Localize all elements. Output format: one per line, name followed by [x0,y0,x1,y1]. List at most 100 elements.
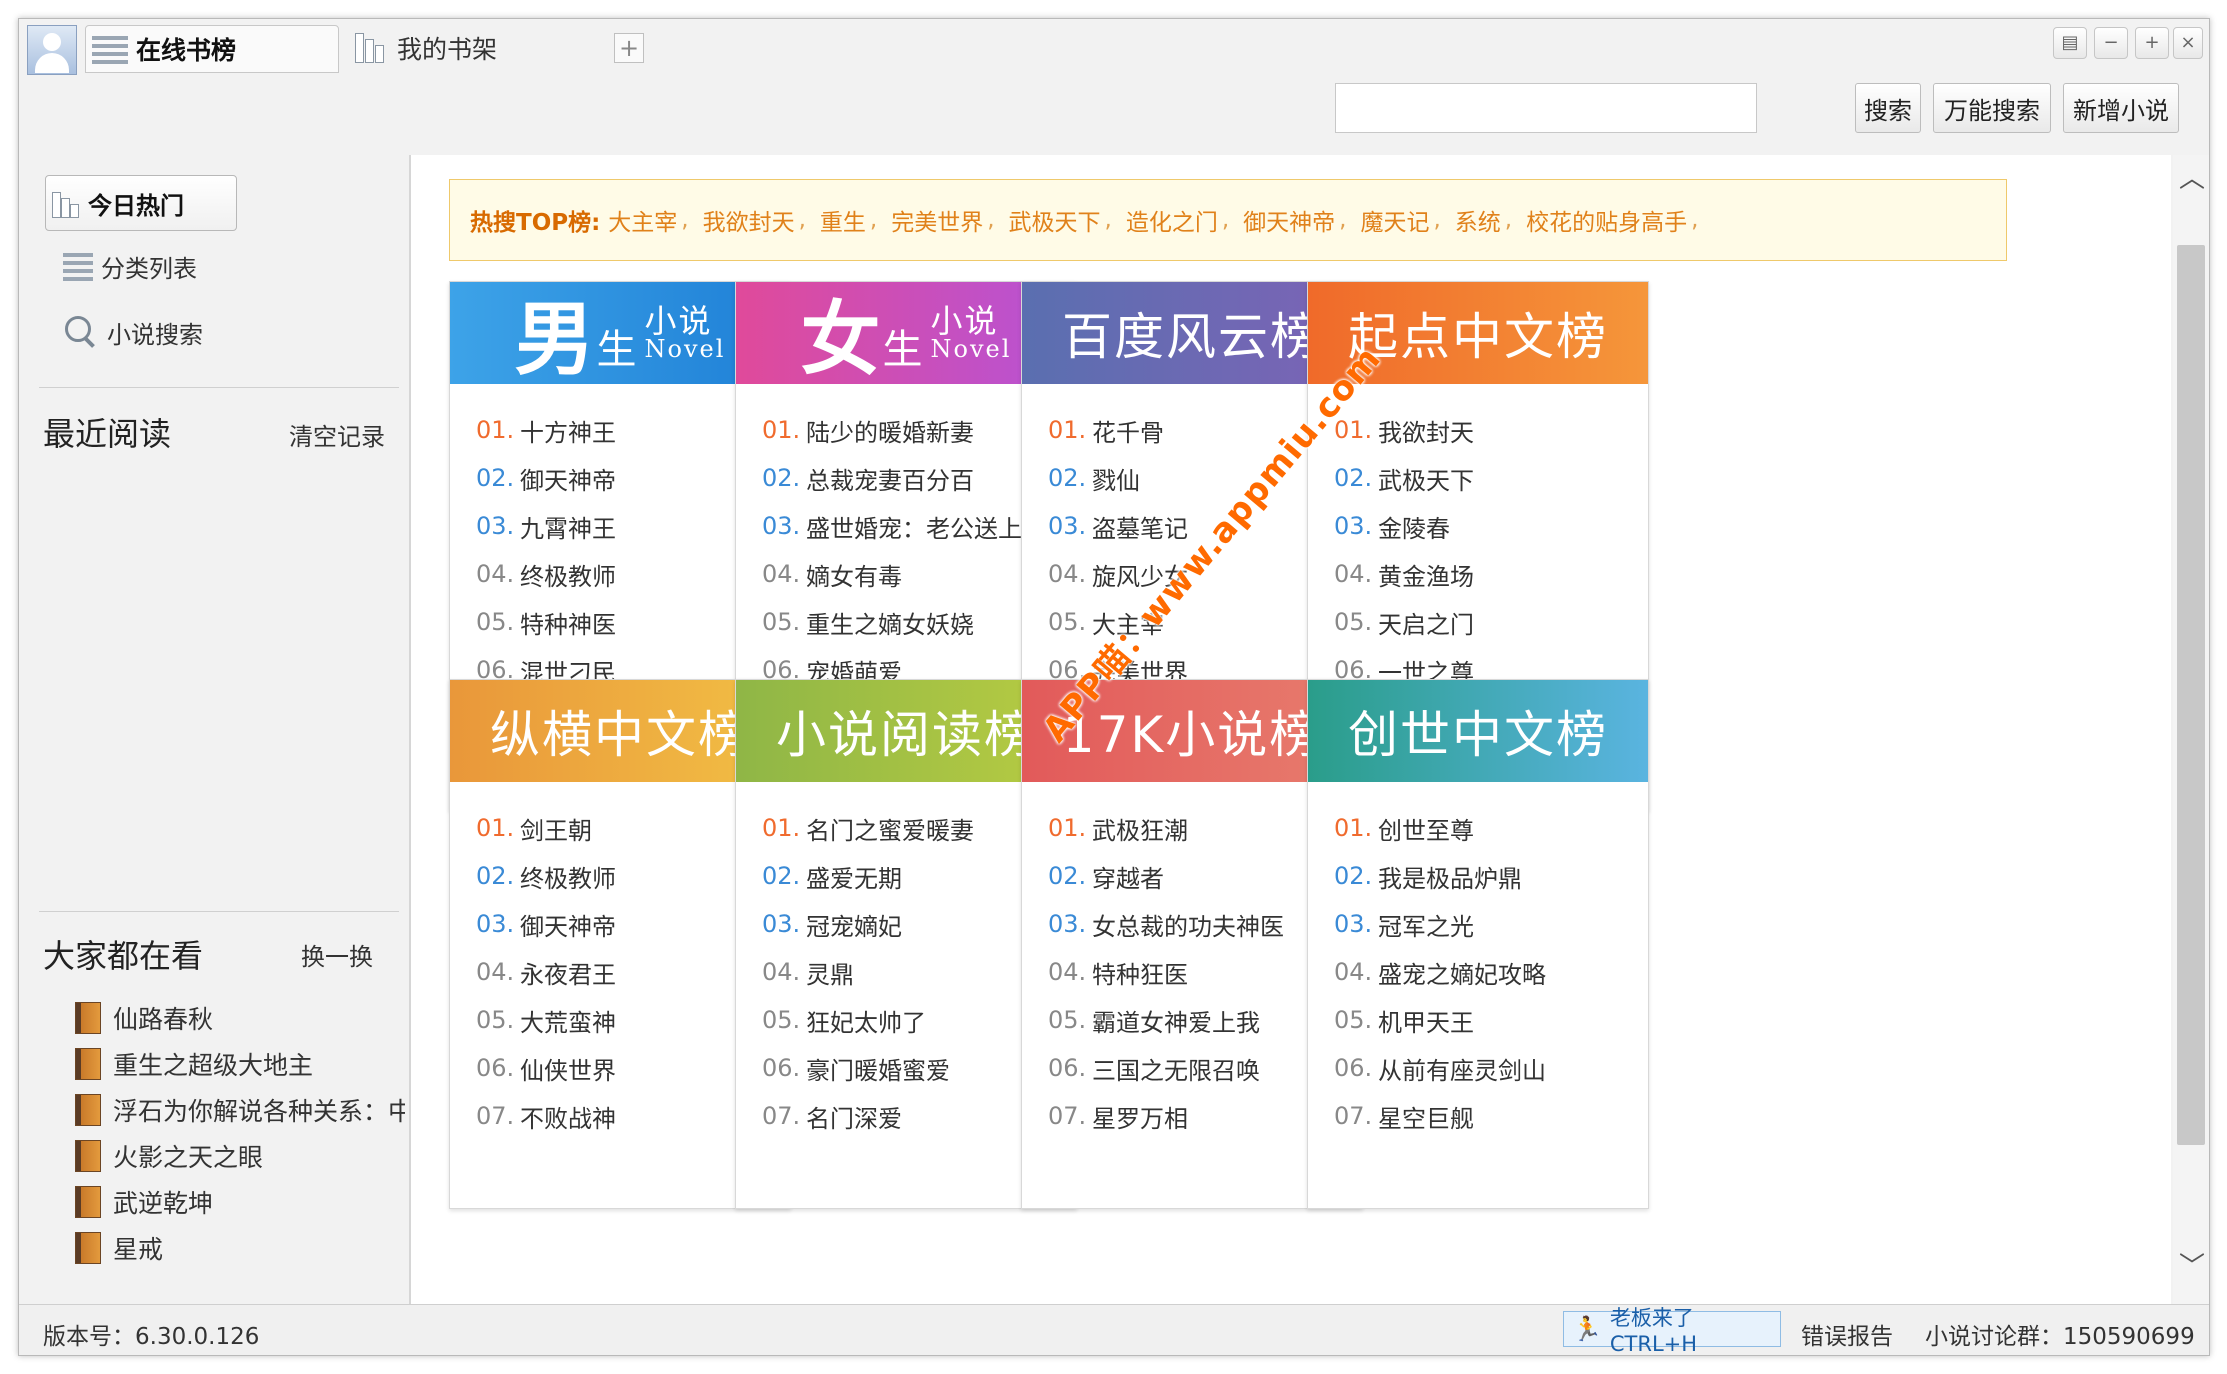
book-title: 火影之天之眼 [113,1143,264,1172]
book-title: 九霄神王 [520,514,616,543]
book-title: 陆少的暖婚新妻 [806,418,974,447]
rank-item[interactable]: 07. 星空巨舰 [1308,1092,1648,1140]
book-title: 我欲封天 [1378,418,1474,447]
boss-key-button[interactable]: 🏃 老板来了CTRL+H [1563,1306,1781,1356]
rank-item[interactable]: 02. 我是极品炉鼎 [1308,852,1648,900]
rank-item[interactable]: 01. 我欲封天 [1308,406,1648,454]
add-tab-button[interactable]: + [614,33,644,63]
bookshelf-icon [355,33,391,63]
rank-item[interactable]: 05. 天启之门 [1308,598,1648,646]
refresh-list-link[interactable]: 换一换 [301,937,373,972]
hot-search-item[interactable]: 系统 [1455,203,1501,237]
hot-search-item[interactable]: 我欲封天 [703,203,795,237]
separator: , [869,207,878,233]
book-title: 狂妃太帅了 [806,1008,926,1037]
rank-item[interactable]: 04. 盛宠之嫡妃攻略 [1308,948,1648,996]
search-input[interactable] [1335,83,1757,133]
scroll-down-icon[interactable]: ﹀ [2179,1254,2205,1280]
separator: , [1433,207,1441,233]
error-report-link[interactable]: 错误报告 [1801,1317,1893,1351]
separator: , [987,207,995,233]
watching-list: 仙路春秋 重生之超级大地主 浮石为你解说各种关系：中国 火影之天之眼 武逆乾坤 … [75,995,405,1271]
divider [39,911,399,912]
book-title: 重生之嫡女妖娆 [806,610,974,639]
book-title: 金陵春 [1378,514,1450,543]
scroll-up-icon[interactable]: ︿ [2179,166,2205,192]
rank-number: 01. [1048,416,1087,444]
book-title: 重生之超级大地主 [113,1051,314,1080]
board-title-sub: 小说 [930,302,999,340]
main-content: 热搜TOP榜: 大主宰, 我欲封天, 重生, 完美世界, 武极天下, 造化之门, 御天神帝,… [411,155,2171,1305]
status-bar: 版本号：6.30.0.126 🏃 老板来了CTRL+H 错误报告 小说讨论群：1… [19,1304,2209,1356]
hot-search-item[interactable]: 武极天下 [1009,203,1101,237]
book-icon [75,1186,101,1218]
hot-search-item[interactable]: 完美世界 [891,203,983,237]
minimize-icon[interactable]: − [2094,27,2128,59]
rank-number: 05. [1334,608,1373,636]
menu-icon[interactable]: ▤ [2053,27,2087,59]
book-icon [75,1002,101,1034]
close-icon[interactable]: × [2173,27,2203,59]
list-item[interactable]: 火影之天之眼 [75,1133,405,1179]
hot-search-item[interactable]: 校花的贴身高手 [1526,203,1687,237]
app-window: 在线书榜 我的书架 + ▤ − + × 搜索 万能搜索 新增小说 今日热门 分类… [18,18,2210,1356]
book-icon [75,1232,101,1264]
sidebar: 今日热门 分类列表 小说搜索 最近阅读 清空记录 大家都在看 换一换 仙路春秋 … [19,155,411,1305]
list-item[interactable]: 星戒 [75,1225,405,1271]
rank-number: 07. [1334,1102,1373,1130]
book-title: 三国之无限召唤 [1092,1056,1260,1085]
book-title: 浮石为你解说各种关系：中国 [113,1097,405,1126]
sidebar-item-search[interactable]: 小说搜索 [49,305,203,359]
rank-number: 04. [762,958,801,986]
scrollbar[interactable]: ︿ ﹀ [2173,155,2209,1305]
rank-item[interactable]: 02. 武极天下 [1308,454,1648,502]
universal-search-button[interactable]: 万能搜索 [1933,83,2051,133]
search-icon [63,314,99,350]
book-title: 永夜君王 [520,960,616,989]
list-item[interactable]: 仙路春秋 [75,995,405,1041]
rank-number: 01. [762,416,801,444]
separator: , [1691,207,1699,233]
sidebar-item-label: 分类列表 [101,254,197,283]
book-title: 冠宠嫡妃 [806,912,902,941]
hot-search-item[interactable]: 造化之门 [1126,203,1218,237]
book-title: 剑王朝 [520,816,592,845]
rank-item[interactable]: 03. 金陵春 [1308,502,1648,550]
rank-item[interactable]: 05. 机甲天王 [1308,996,1648,1044]
scroll-thumb[interactable] [2177,245,2205,1145]
sidebar-item-categories[interactable]: 分类列表 [49,239,197,293]
everyone-watching-title: 大家都在看 [43,937,204,975]
board-title: 创世中文榜 [1348,706,1608,764]
rank-number: 02. [1048,862,1087,890]
book-title: 从前有座灵剑山 [1378,1056,1546,1085]
rank-item[interactable]: 06. 从前有座灵剑山 [1308,1044,1648,1092]
rank-number: 06. [1048,1054,1087,1082]
list-item[interactable]: 浮石为你解说各种关系：中国 [75,1087,405,1133]
hot-search-item[interactable]: 大主宰 [608,203,677,237]
hot-search-item[interactable]: 魔天记 [1360,203,1429,237]
board-header[interactable]: 创世中文榜 [1308,680,1648,782]
search-button[interactable]: 搜索 [1855,83,1921,133]
book-title: 盛世婚宠：老公送上门 [806,514,1046,543]
user-avatar[interactable] [27,25,77,75]
add-novel-button[interactable]: 新增小说 [2063,83,2179,133]
chart-icon [52,188,82,218]
sidebar-item-label: 小说搜索 [107,320,203,349]
hot-search-item[interactable]: 御天神帝 [1243,203,1335,237]
rank-item[interactable]: 04. 黄金渔场 [1308,550,1648,598]
ranking-board: 创世中文榜 01. 创世至尊 02. 我是极品炉鼎 03. 冠军之光 04. 盛宠之嫡妃攻略 05… [1307,679,1649,1209]
sidebar-item-label: 今日热门 [88,191,184,220]
rank-item[interactable]: 01. 创世至尊 [1308,804,1648,852]
rank-number: 01. [476,814,515,842]
book-title: 灵鼎 [806,960,854,989]
hot-search-item[interactable]: 重生 [820,203,866,237]
tab-online-rankings[interactable]: 在线书榜 [85,25,339,73]
tab-my-bookshelf[interactable]: 我的书架 [349,25,499,71]
maximize-icon[interactable]: + [2135,27,2169,59]
list-item[interactable]: 重生之超级大地主 [75,1041,405,1087]
list-item[interactable]: 武逆乾坤 [75,1179,405,1225]
book-title: 武极狂潮 [1092,816,1188,845]
clear-history-link[interactable]: 清空记录 [289,417,385,452]
rank-item[interactable]: 03. 冠军之光 [1308,900,1648,948]
sidebar-item-today-hot[interactable]: 今日热门 [45,175,237,231]
